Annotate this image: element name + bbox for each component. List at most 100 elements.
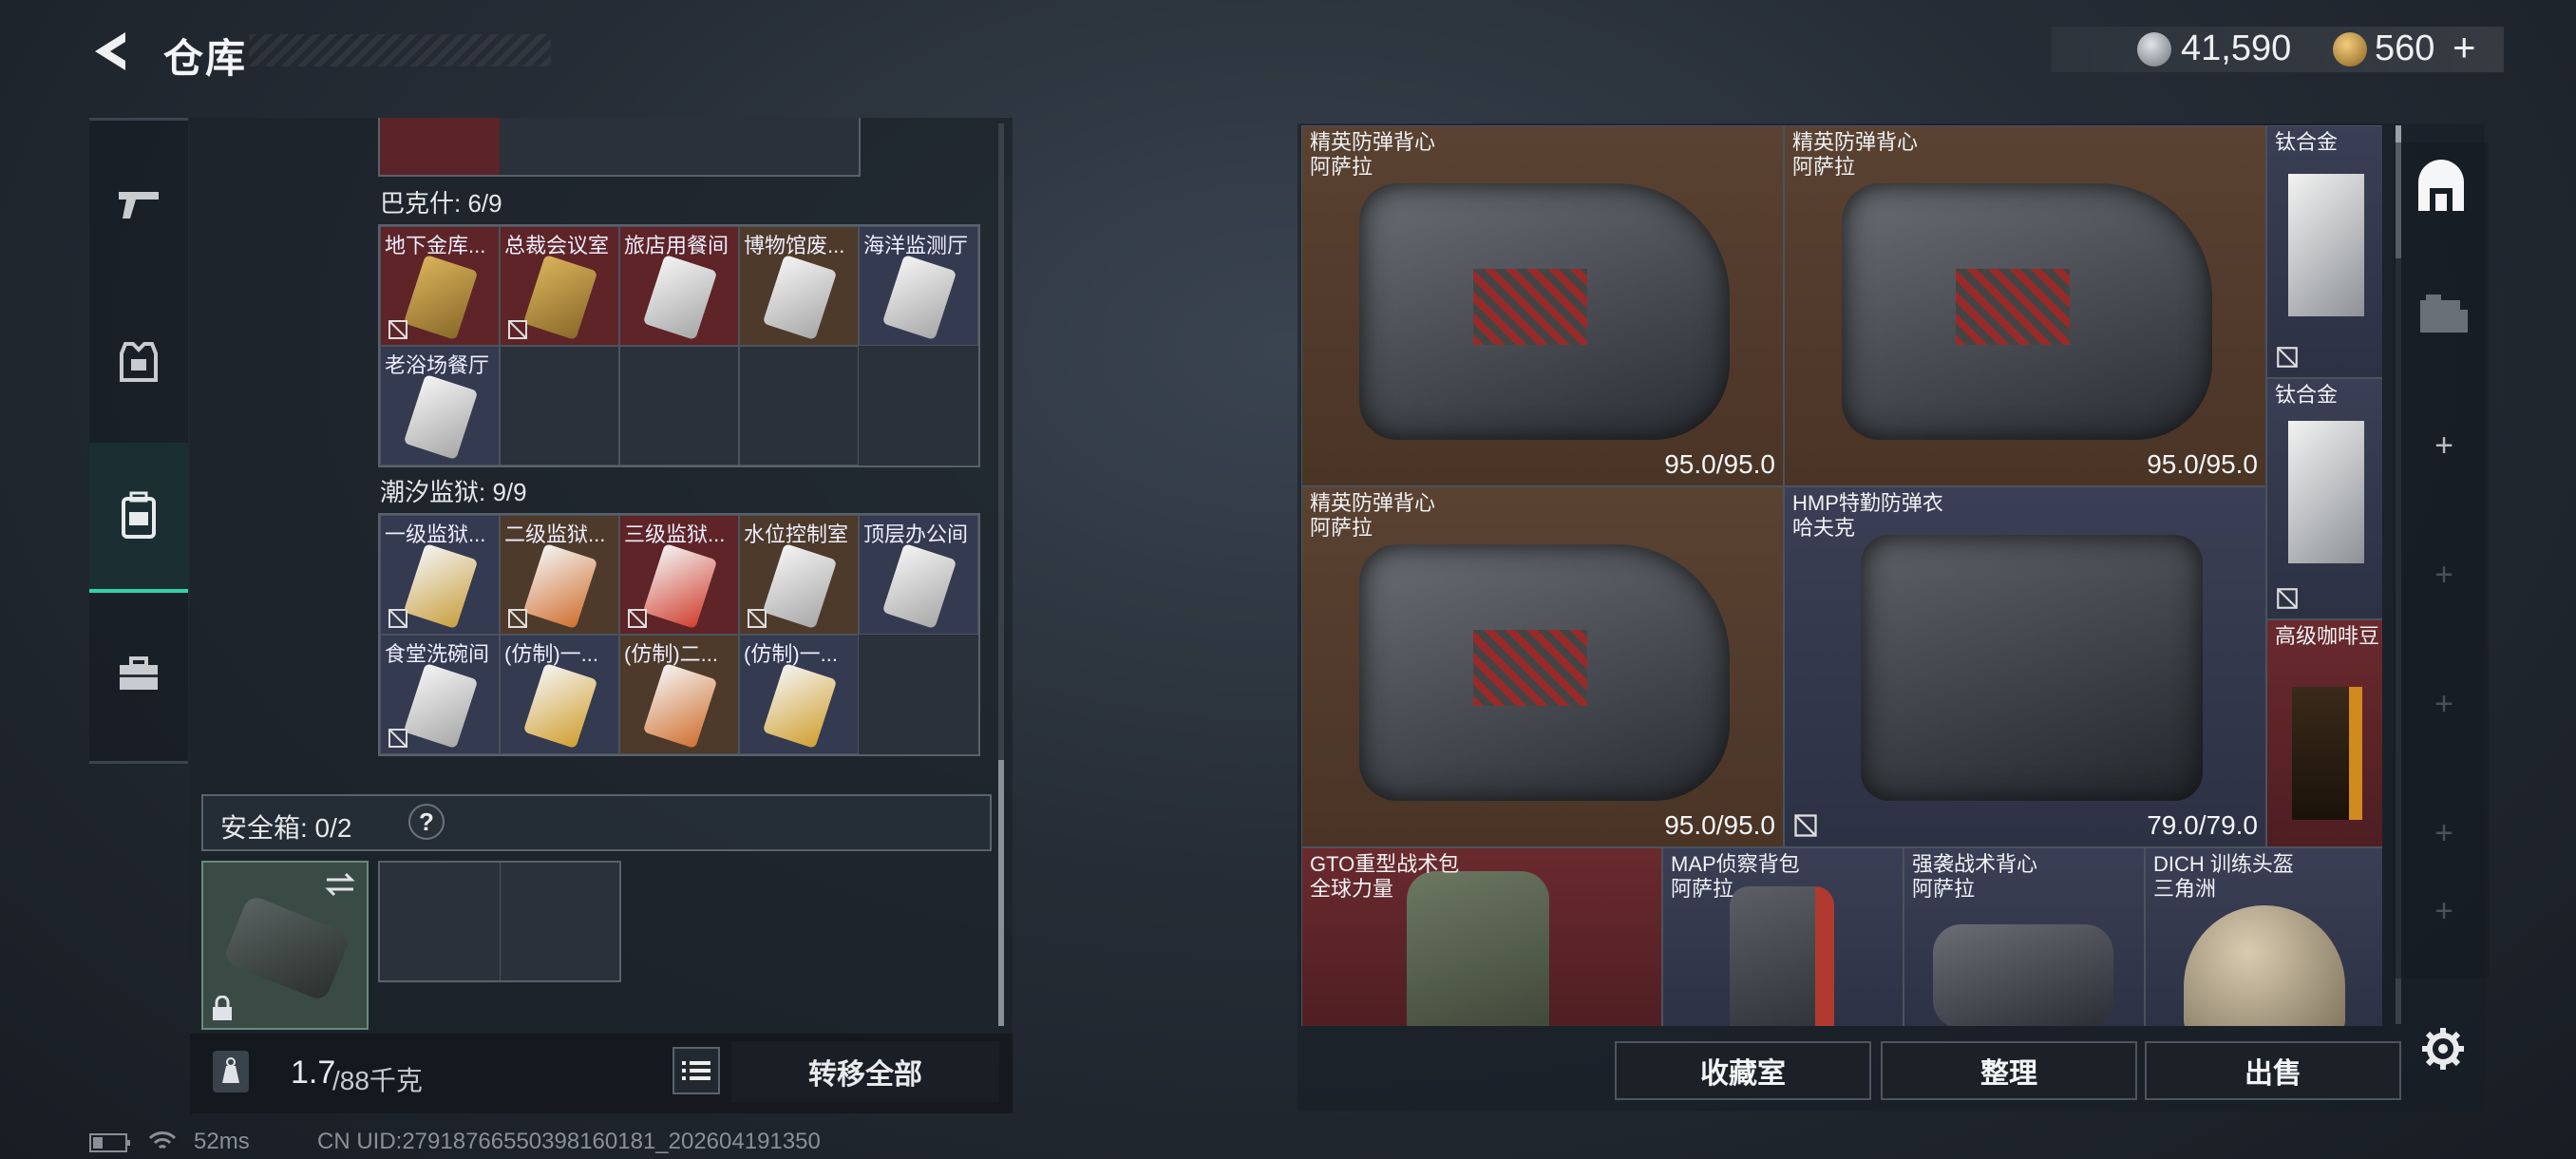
empty-cell[interactable]: [500, 346, 619, 466]
item-coffee-beans[interactable]: 高级咖啡豆: [2266, 619, 2382, 847]
folder-icon: [2420, 294, 2468, 332]
key-cell[interactable]: 三级监狱...: [619, 515, 739, 635]
nav-case[interactable]: [89, 618, 188, 732]
empty-cell[interactable]: [619, 346, 739, 466]
key-cell[interactable]: 老浴场餐厅: [380, 346, 500, 466]
key-cell[interactable]: 水位控制室: [739, 515, 859, 635]
back-arrow-icon[interactable]: [87, 27, 135, 76]
no-trade-icon: [1794, 814, 1817, 837]
safebox-slot[interactable]: [201, 861, 369, 1030]
settings-gear-icon[interactable]: [2420, 1026, 2466, 1072]
battery-icon: [89, 1133, 130, 1152]
list-view-button[interactable]: [672, 1047, 720, 1094]
add-tab-button[interactable]: +: [2425, 428, 2463, 466]
lock-icon: [213, 996, 232, 1020]
add-currency-button[interactable]: +: [2453, 25, 2476, 70]
empty-cell[interactable]: [739, 346, 859, 466]
item-assault-vest[interactable]: 强袭战术背心 阿萨拉: [1904, 847, 2145, 1026]
transfer-all-button[interactable]: 转移全部: [731, 1041, 999, 1102]
no-trade-icon: [628, 609, 647, 628]
grid-gap: [859, 346, 978, 466]
hmp-vest-image: [1861, 535, 2203, 801]
item-dich-helmet[interactable]: DICH 训练头盔 三角洲: [2145, 847, 2382, 1026]
title-decoration: [249, 34, 551, 66]
weight-icon: [213, 1051, 249, 1092]
add-tab-disabled: +: [2434, 686, 2453, 722]
add-tab-disabled: +: [2434, 893, 2453, 929]
add-tab-disabled: +: [2434, 557, 2453, 593]
key-cell[interactable]: 旅店用餐间: [619, 226, 739, 346]
item-elite-vest[interactable]: 精英防弹背心 阿萨拉 95.0/95.0: [1301, 486, 1784, 847]
coffee-bag-image: [2292, 687, 2362, 820]
warehouse-icon: [2418, 160, 2464, 211]
silver-coin-icon: [2137, 32, 2171, 66]
nav-weapons[interactable]: [89, 146, 188, 260]
warehouse-tab-secondary[interactable]: [2416, 291, 2470, 338]
gold-coin-icon: [2333, 32, 2367, 66]
item-elite-vest[interactable]: 精英防弹背心 阿萨拉 95.0/95.0: [1301, 125, 1784, 486]
vest-patch: [1473, 630, 1587, 706]
item-gto-bag[interactable]: GTO重型战术包 全球力量: [1301, 847, 1662, 1026]
safebox-label: 安全箱: 0/2: [220, 813, 352, 843]
warehouse-tab-main[interactable]: [2413, 160, 2470, 217]
no-trade-icon: [388, 729, 407, 748]
no-trade-icon: [388, 609, 407, 628]
vest-image: [1933, 924, 2113, 1026]
no-trade-icon: [2277, 347, 2298, 368]
ping-display: 52ms: [194, 1129, 250, 1154]
nav-armor[interactable]: [89, 304, 188, 418]
key-cell[interactable]: (仿制)二...: [619, 635, 739, 754]
sort-button[interactable]: 整理: [1881, 1041, 2137, 1100]
key-cell[interactable]: (仿制)一...: [739, 635, 859, 754]
key-cell[interactable]: 博物馆废...: [739, 226, 859, 346]
key-cell[interactable]: 食堂洗碗间: [380, 635, 500, 754]
help-button[interactable]: ?: [408, 804, 445, 840]
item-hmp-vest[interactable]: HMP特勤防弹衣 哈夫克 79.0/79.0: [1784, 486, 2266, 847]
item-titanium[interactable]: 钛合金: [2266, 125, 2382, 378]
key-cell[interactable]: 总裁会议室: [500, 226, 619, 346]
currency-gold: 560: [2375, 28, 2435, 68]
vest-patch: [1956, 269, 2070, 345]
scrollbar-thumb[interactable]: [998, 760, 1004, 1026]
key-cell[interactable]: 一级监狱...: [380, 515, 500, 635]
backpack-image: [1730, 886, 1834, 1026]
key-cell[interactable]: 二级监狱...: [500, 515, 619, 635]
backpack-icon: [122, 491, 156, 539]
currency-silver: 41,590: [2181, 28, 2292, 68]
uid-display: CN UID:27918766550398160181_202604191350: [317, 1129, 821, 1154]
weight-max: /88千克: [332, 1066, 423, 1095]
key-cell[interactable]: 地下金库...: [380, 226, 500, 346]
no-trade-icon: [2277, 588, 2298, 609]
nav-backpack[interactable]: [89, 443, 188, 593]
weight-current: 1.7: [291, 1054, 336, 1091]
page-title: 仓库: [163, 36, 248, 81]
armor-icon: [120, 342, 158, 382]
pistol-icon: [119, 192, 159, 218]
briefcase-icon: [120, 656, 158, 690]
grid-gap: [859, 635, 978, 754]
titanium-image: [2288, 174, 2364, 316]
section-label-prison: 潮汐监狱: 9/9: [380, 478, 527, 506]
safebox-case-image: [221, 894, 352, 1002]
no-trade-icon: [508, 320, 527, 339]
helmet-image: [2184, 905, 2345, 1026]
key-cell[interactable]: 海洋监测厅: [859, 226, 978, 346]
no-trade-icon: [748, 609, 767, 628]
item-map-bag[interactable]: MAP侦察背包 阿萨拉: [1662, 847, 1904, 1026]
add-tab-disabled: +: [2434, 815, 2453, 851]
swap-icon[interactable]: [323, 870, 357, 899]
item-elite-vest[interactable]: 精英防弹背心 阿萨拉 95.0/95.0: [1784, 125, 2266, 486]
key-cell[interactable]: (仿制)一...: [500, 635, 619, 754]
list-icon: [682, 1061, 710, 1080]
key-cell[interactable]: 顶层办公间: [859, 515, 978, 635]
no-trade-icon: [508, 609, 527, 628]
bakshi-key-grid: 地下金库... 总裁会议室 旅店用餐间 博物馆废... 海洋监测厅 老浴场餐厅: [378, 224, 980, 467]
sell-button[interactable]: 出售: [2145, 1041, 2401, 1100]
wifi-icon: [148, 1131, 177, 1150]
section-label-bakshi: 巴克什: 6/9: [380, 189, 502, 218]
item-titanium[interactable]: 钛合金: [2266, 378, 2382, 619]
collection-button[interactable]: 收藏室: [1615, 1041, 1871, 1100]
safebox-empty-slots[interactable]: [378, 861, 621, 982]
prison-key-grid: 一级监狱... 二级监狱... 三级监狱... 水位控制室 顶层办公间 食堂洗碗…: [378, 513, 980, 756]
no-trade-icon: [388, 320, 407, 339]
